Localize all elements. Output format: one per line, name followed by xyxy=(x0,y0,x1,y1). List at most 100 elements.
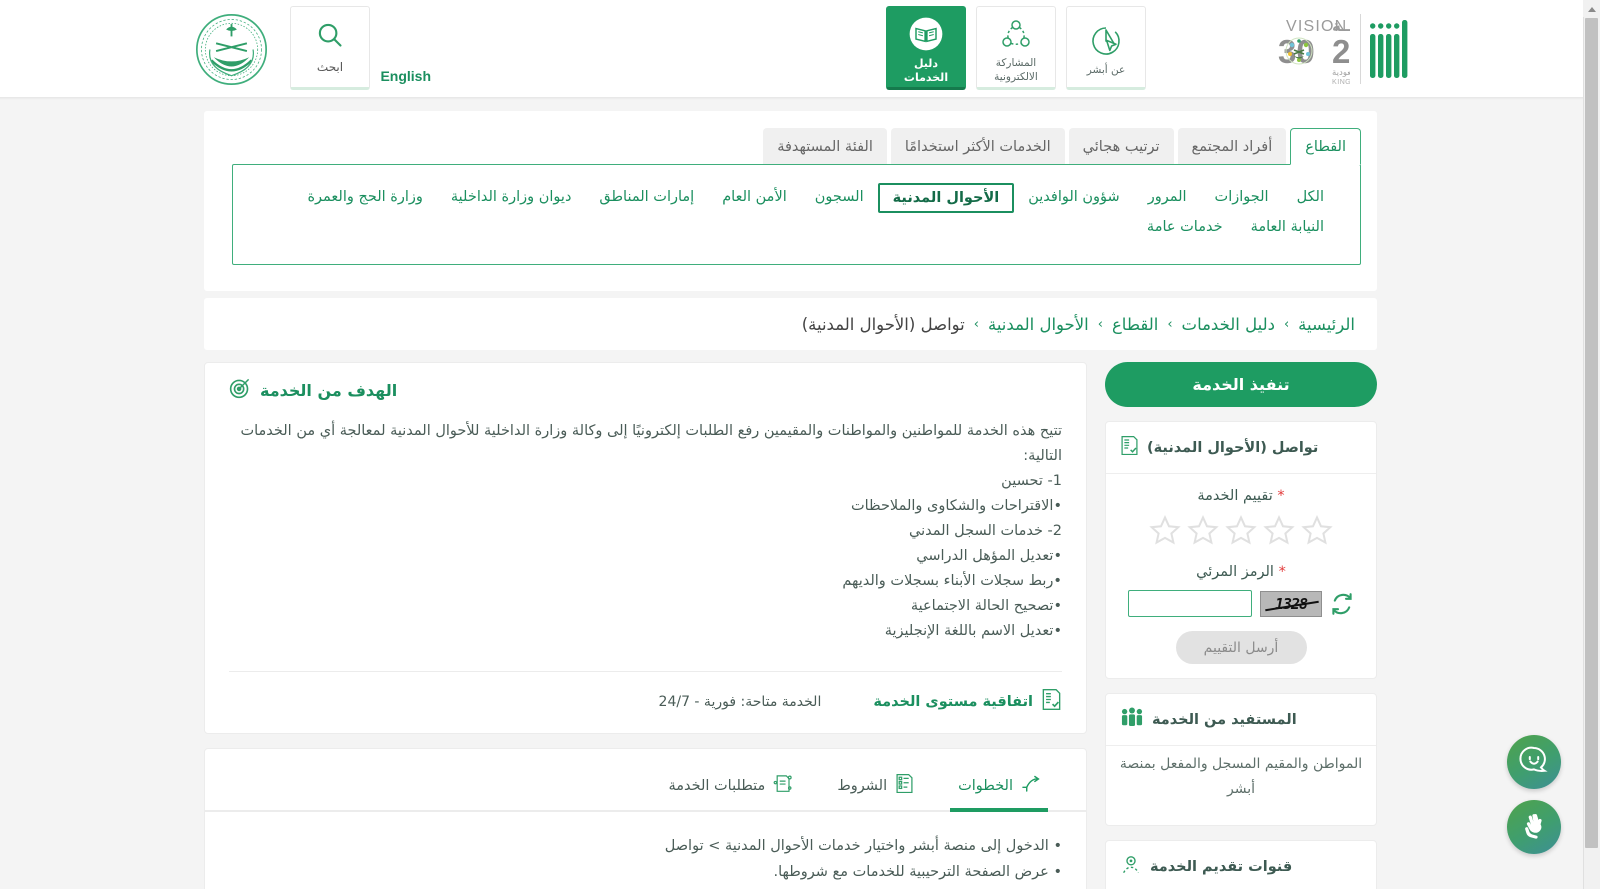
share-network-icon xyxy=(999,14,1033,54)
tab-steps[interactable]: الخطوات xyxy=(936,761,1062,813)
goal-item-6: •تصحيح الحالة الاجتماعية xyxy=(910,597,1062,614)
sector-link-expat-affairs[interactable]: شؤون الوافدين xyxy=(1014,183,1133,213)
refresh-icon[interactable] xyxy=(1330,592,1354,616)
tab-label: الفئة المستهدفة xyxy=(777,138,873,155)
sector-link-general-services[interactable]: خدمات عامة xyxy=(1133,213,1237,241)
sign-language-hands-icon xyxy=(1519,810,1549,844)
service-details-panel: الخطوات الشروط متطلبات الخدمة • الدخول إ… xyxy=(204,748,1087,889)
breadcrumb: الرئيسية › دليل الخدمات › القطاع › الأحو… xyxy=(802,315,1355,334)
tab-label: الخطوات xyxy=(958,777,1013,794)
tab-label: أفراد المجتمع xyxy=(1191,138,1273,155)
star-icon-4[interactable] xyxy=(1187,514,1219,546)
search-icon xyxy=(315,20,345,54)
captcha-input[interactable] xyxy=(1128,590,1252,617)
rating-card-body: * تقييم الخدمة * الرمز المرئي 1328 أرسل … xyxy=(1106,474,1376,678)
nav-tile-e-participation[interactable]: المشاركة الالكترونية xyxy=(976,6,1056,90)
tab-label: الشروط xyxy=(837,777,888,794)
sector-link-all[interactable]: الكل xyxy=(1283,183,1338,213)
step-item-1: • الدخول إلى منصة أبشر واختيار خدمات الأ… xyxy=(664,838,1062,855)
star-icon-3[interactable] xyxy=(1225,514,1257,546)
tab-conditions[interactable]: الشروط xyxy=(815,761,936,810)
people-group-icon xyxy=(1120,707,1144,732)
sla-document-icon xyxy=(1041,688,1062,715)
breadcrumb-card: الرئيسية › دليل الخدمات › القطاع › الأحو… xyxy=(204,298,1377,350)
header-nav-tiles: دليل الخدمات المشاركة الالكترونية عن أبش… xyxy=(886,6,1146,90)
required-asterisk: * xyxy=(1278,564,1286,580)
svg-text:KINGDOM OF SAUDI ARABIA: KINGDOM OF SAUDI ARABIA xyxy=(1332,77,1350,86)
breadcrumb-item-home[interactable]: الرئيسية xyxy=(1298,315,1355,334)
sla-row: اتفاقية مستوى الخدمة الخدمة متاحة: فورية… xyxy=(229,671,1062,715)
tab-community-members[interactable]: أفراد المجتمع xyxy=(1177,128,1287,165)
sector-link-civil-affairs[interactable]: الأحوال المدنية xyxy=(877,183,1015,214)
tab-label: ترتيب هجائي xyxy=(1082,138,1160,155)
captcha-row: 1328 xyxy=(1120,590,1362,617)
sector-link-passports[interactable]: الجوازات xyxy=(1201,183,1283,213)
goal-panel-title: الهدف من الخدمة xyxy=(260,380,398,400)
execute-service-button[interactable]: تنفيذ الخدمة xyxy=(1105,362,1377,407)
sector-filter-box: الكل الجوازات المرور شؤون الوافدين الأحو… xyxy=(232,164,1361,265)
star-icon-1[interactable] xyxy=(1301,514,1333,546)
sector-link-traffic[interactable]: المرور xyxy=(1134,183,1201,213)
tab-label: الخدمات الأكثر استخدامًا xyxy=(904,138,1051,155)
svg-text:2: 2 xyxy=(1332,33,1350,70)
book-icon xyxy=(906,14,946,54)
beneficiary-text: المواطن والمقيم المسجل والمفعل بمنصة أبش… xyxy=(1119,756,1363,797)
service-goal-panel: الهدف من الخدمة تتيح هذه الخدمة للمواطني… xyxy=(204,362,1087,735)
submit-rating-button[interactable]: أرسل التقييم xyxy=(1175,631,1307,664)
tab-alphabetical[interactable]: ترتيب هجائي xyxy=(1068,128,1174,165)
tab-label: متطلبات الخدمة xyxy=(668,777,766,794)
rating-card-title: تواصل (الأحوال المدنية) xyxy=(1147,439,1319,456)
channels-icon xyxy=(1120,854,1142,879)
scrollbar-up-arrow[interactable] xyxy=(1583,0,1600,17)
tab-sector[interactable]: القطاع xyxy=(1290,128,1361,165)
ministry-of-interior-emblem xyxy=(193,11,270,88)
nav-tile-about-absher[interactable]: عن أبشر xyxy=(1066,6,1146,90)
tab-requirements[interactable]: متطلبات الخدمة xyxy=(646,761,815,810)
sidebar: تنفيذ الخدمة تواصل (الأحوال المدنية) * ت… xyxy=(1105,362,1377,889)
search-button[interactable]: ابحث xyxy=(290,6,370,90)
required-asterisk: * xyxy=(1277,488,1285,504)
sector-link-public-security[interactable]: الأمن العام xyxy=(708,183,801,213)
main-content: الهدف من الخدمة تتيح هذه الخدمة للمواطني… xyxy=(204,362,1087,889)
star-icon-2[interactable] xyxy=(1263,514,1295,546)
sector-link-hajj-umrah[interactable]: وزارة الحج والعمرة xyxy=(293,183,436,213)
breadcrumb-separator: › xyxy=(1283,316,1290,332)
page-scrollbar[interactable] xyxy=(1583,0,1600,889)
breadcrumb-item-civil-affairs[interactable]: الأحوال المدنية xyxy=(988,315,1089,334)
sla-value: الخدمة متاحة: فورية - 24/7 xyxy=(658,693,822,710)
tab-most-used[interactable]: الخدمات الأكثر استخدامًا xyxy=(890,128,1065,165)
logo-divider xyxy=(1360,14,1361,84)
beneficiary-card-title: المستفيد من الخدمة xyxy=(1152,711,1297,728)
vision-2030-logo: رؤيـــة VISION 2 30 المملكة العربية السع… xyxy=(1181,10,1351,88)
goal-intro: تتيح هذه الخدمة للمواطنين والمواطنات وال… xyxy=(240,423,1062,464)
breadcrumb-separator: › xyxy=(1097,316,1103,332)
sector-link-moi-diwan[interactable]: ديوان وزارة الداخلية xyxy=(437,183,586,213)
conditions-icon xyxy=(895,773,914,798)
breadcrumb-item-services-guide[interactable]: دليل الخدمات xyxy=(1182,315,1275,334)
sign-language-button[interactable] xyxy=(1507,800,1561,854)
page-body: القطاع أفراد المجتمع ترتيب هجائي الخدمات… xyxy=(0,97,1583,889)
sector-link-prisons[interactable]: السجون xyxy=(801,183,878,213)
tab-label: القطاع xyxy=(1305,138,1346,155)
chat-assistant-button[interactable] xyxy=(1507,735,1561,789)
nav-tile-services-guide[interactable]: دليل الخدمات xyxy=(886,6,966,90)
goal-item-2: •الاقتراحات والشكاوى والملاحظات xyxy=(850,497,1062,514)
absher-logo xyxy=(1366,8,1418,88)
sector-link-public-prosecution[interactable]: النيابة العامة xyxy=(1237,213,1338,241)
goal-item-4: •تعديل المؤهل الدراسي xyxy=(916,547,1062,564)
breadcrumb-separator: › xyxy=(1167,316,1173,332)
site-header: ابحث English دليل الخدمات المشاركة الالك… xyxy=(0,0,1583,97)
nav-tile-label: المشاركة الالكترونية xyxy=(994,57,1038,83)
tab-target-category[interactable]: الفئة المستهدفة xyxy=(763,128,887,165)
captcha-field-label: * الرمز المرئي xyxy=(1120,564,1362,580)
rating-stars[interactable] xyxy=(1120,514,1362,546)
service-rating-card: تواصل (الأحوال المدنية) * تقييم الخدمة *… xyxy=(1105,421,1377,679)
scrollbar-thumb[interactable] xyxy=(1585,18,1598,848)
breadcrumb-item-sector[interactable]: القطاع xyxy=(1112,315,1158,334)
language-toggle-english[interactable]: English xyxy=(380,68,431,84)
step-item-2: • عرض الصفحة الترحيبية للخدمات مع شروطها… xyxy=(773,864,1062,881)
cursor-circle-icon xyxy=(1089,21,1123,61)
sector-link-regional-emirates[interactable]: إمارات المناطق xyxy=(585,183,708,213)
star-icon-5[interactable] xyxy=(1149,514,1181,546)
goal-item-5: •ربط سجلات الأبناء بسجلات والديهم xyxy=(842,572,1062,589)
